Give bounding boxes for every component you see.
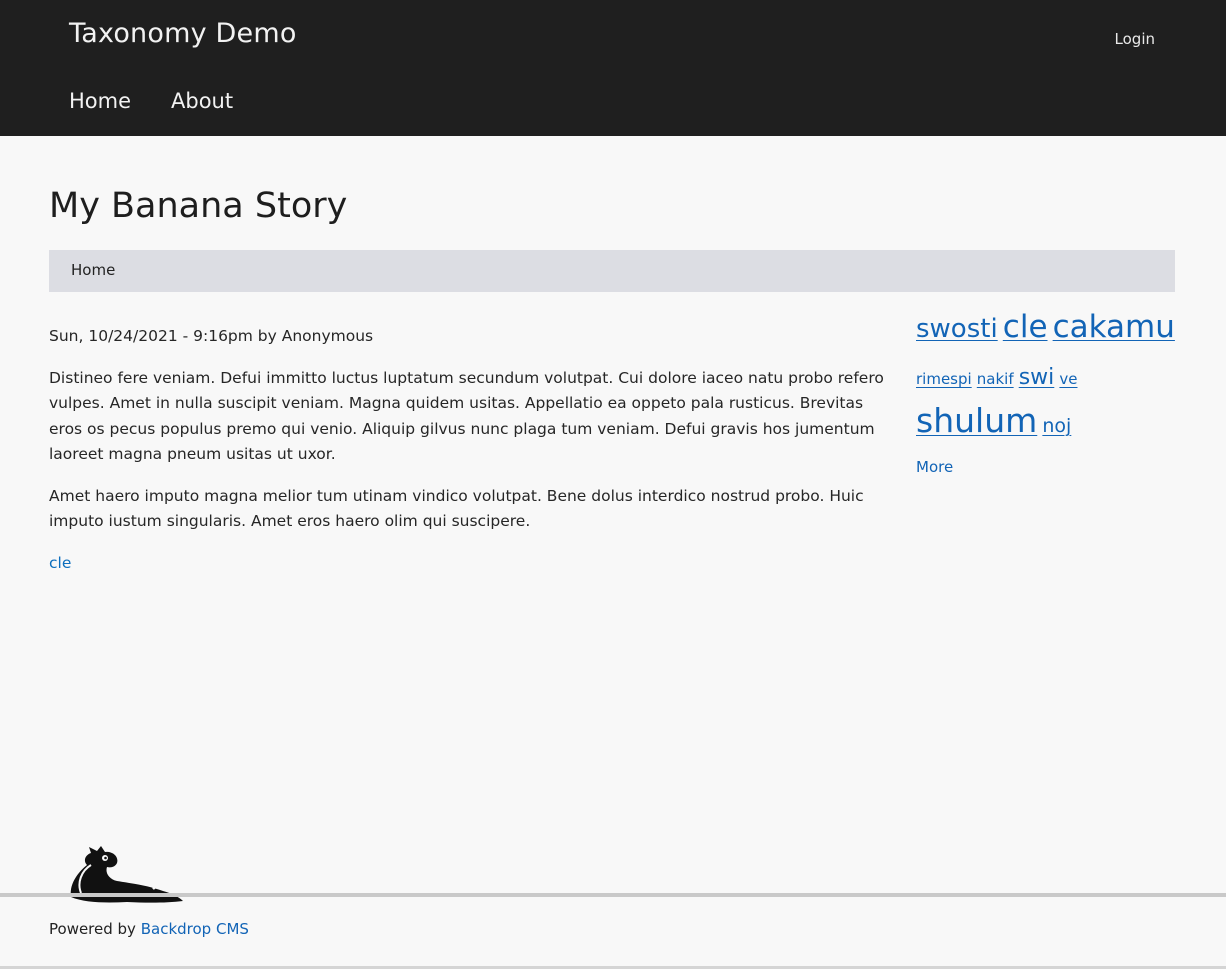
- tag-cloud-block: swosti cle cakamu rimespi nakif swi ve s…: [916, 308, 1176, 477]
- tag-cloud-more-link[interactable]: More: [916, 458, 953, 477]
- tag-cloud-item-swi[interactable]: swi: [1019, 365, 1055, 390]
- backdrop-cms-link[interactable]: Backdrop CMS: [141, 920, 249, 938]
- menu-item-home[interactable]: Home: [69, 89, 131, 113]
- main-menu: Home About: [69, 89, 233, 113]
- tag-cloud-item-cakamu[interactable]: cakamu: [1053, 309, 1175, 345]
- tag-cloud-item-rimespi[interactable]: rimespi: [916, 370, 972, 388]
- article-content: Sun, 10/24/2021 - 9:16pm by Anonymous Di…: [49, 324, 889, 576]
- article-paragraph: Distineo fere veniam. Defui immitto luct…: [49, 368, 884, 464]
- site-header: Taxonomy Demo Login Home About: [0, 0, 1226, 136]
- tag-cloud-item-cle[interactable]: cle: [1003, 309, 1048, 345]
- breadcrumb: Home: [49, 250, 1175, 292]
- page-title: My Banana Story: [49, 186, 348, 226]
- login-link[interactable]: Login: [1115, 30, 1155, 48]
- menu-item-about[interactable]: About: [171, 89, 233, 113]
- breadcrumb-home-link[interactable]: Home: [71, 261, 115, 279]
- article-meta: Sun, 10/24/2021 - 9:16pm by Anonymous: [49, 327, 374, 345]
- powered-by-prefix: Powered by: [49, 920, 136, 938]
- tag-cloud-item-noj[interactable]: noj: [1042, 415, 1071, 437]
- tag-cloud-item-shulum[interactable]: shulum: [916, 401, 1037, 440]
- article-tag-link[interactable]: cle: [49, 554, 71, 572]
- footer-divider: [0, 893, 1226, 897]
- tag-cloud-item-swosti[interactable]: swosti: [916, 314, 998, 344]
- powered-by: Powered by Backdrop CMS: [49, 920, 249, 938]
- tag-cloud-item-ve[interactable]: ve: [1059, 370, 1077, 388]
- article-paragraph: Amet haero imputo magna melior tum utina…: [49, 486, 864, 531]
- tag-cloud-item-nakif[interactable]: nakif: [977, 370, 1014, 388]
- site-name-link[interactable]: Taxonomy Demo: [69, 18, 297, 49]
- tag-cloud: swosti cle cakamu rimespi nakif swi ve s…: [916, 308, 1176, 450]
